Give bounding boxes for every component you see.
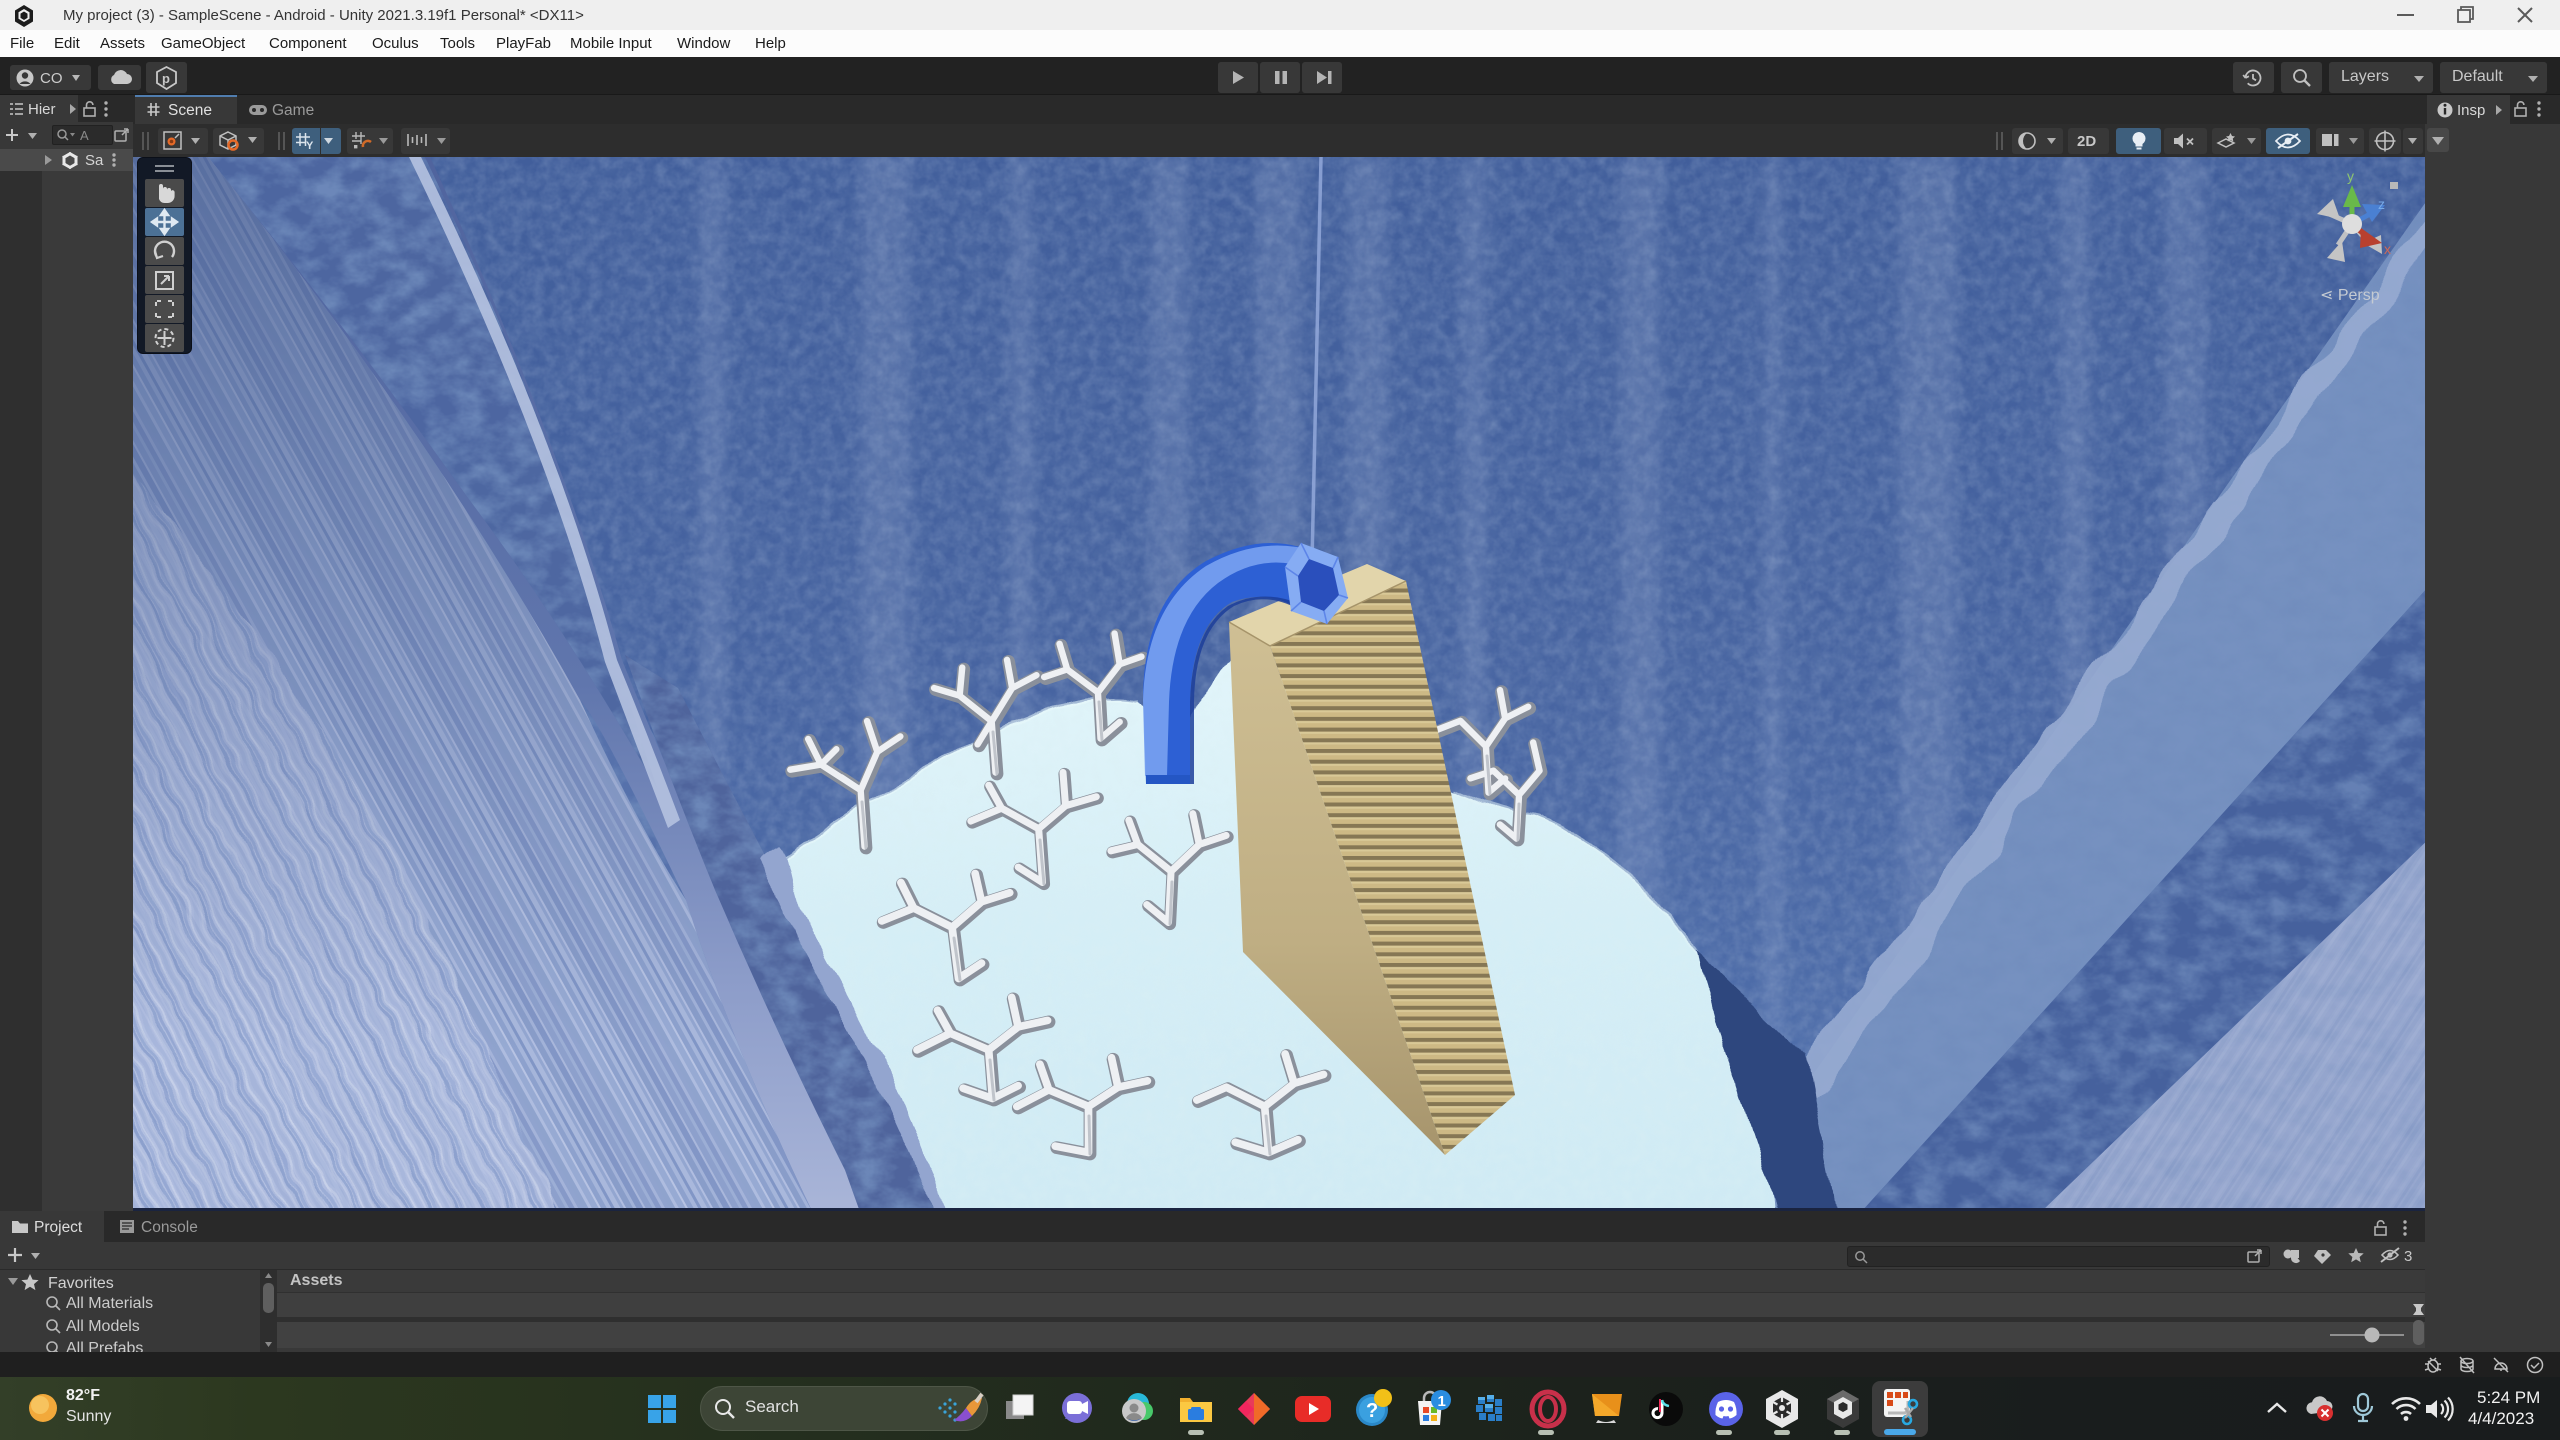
svg-text:y: y	[2347, 168, 2354, 184]
svg-text:x: x	[2384, 241, 2391, 257]
svg-text:z: z	[2378, 196, 2385, 212]
svg-text:2D: 2D	[2077, 133, 2096, 150]
svg-text:Favorites: Favorites	[48, 1275, 114, 1292]
svg-text:A: A	[80, 128, 89, 143]
svg-text:All Materials: All Materials	[66, 1295, 153, 1312]
svg-text:p: p	[162, 71, 170, 86]
svg-text:Project: Project	[34, 1219, 83, 1236]
svg-text:Console: Console	[141, 1219, 198, 1236]
svg-text:⋖ Persp: ⋖ Persp	[2320, 287, 2380, 304]
svg-text:All Models: All Models	[66, 1318, 140, 1335]
svg-text:All Prefabs: All Prefabs	[66, 1340, 143, 1352]
svg-text:Sa: Sa	[85, 152, 104, 169]
svg-text:1: 1	[1438, 1393, 1446, 1410]
svg-text:Y: Y	[306, 140, 314, 152]
svg-text:Game: Game	[272, 102, 314, 119]
svg-text:Hier: Hier	[28, 101, 56, 118]
svg-text:Scene: Scene	[168, 102, 212, 119]
svg-text:CO: CO	[40, 70, 63, 87]
svg-text:Insp: Insp	[2457, 102, 2485, 119]
svg-text:3: 3	[2404, 1248, 2412, 1265]
